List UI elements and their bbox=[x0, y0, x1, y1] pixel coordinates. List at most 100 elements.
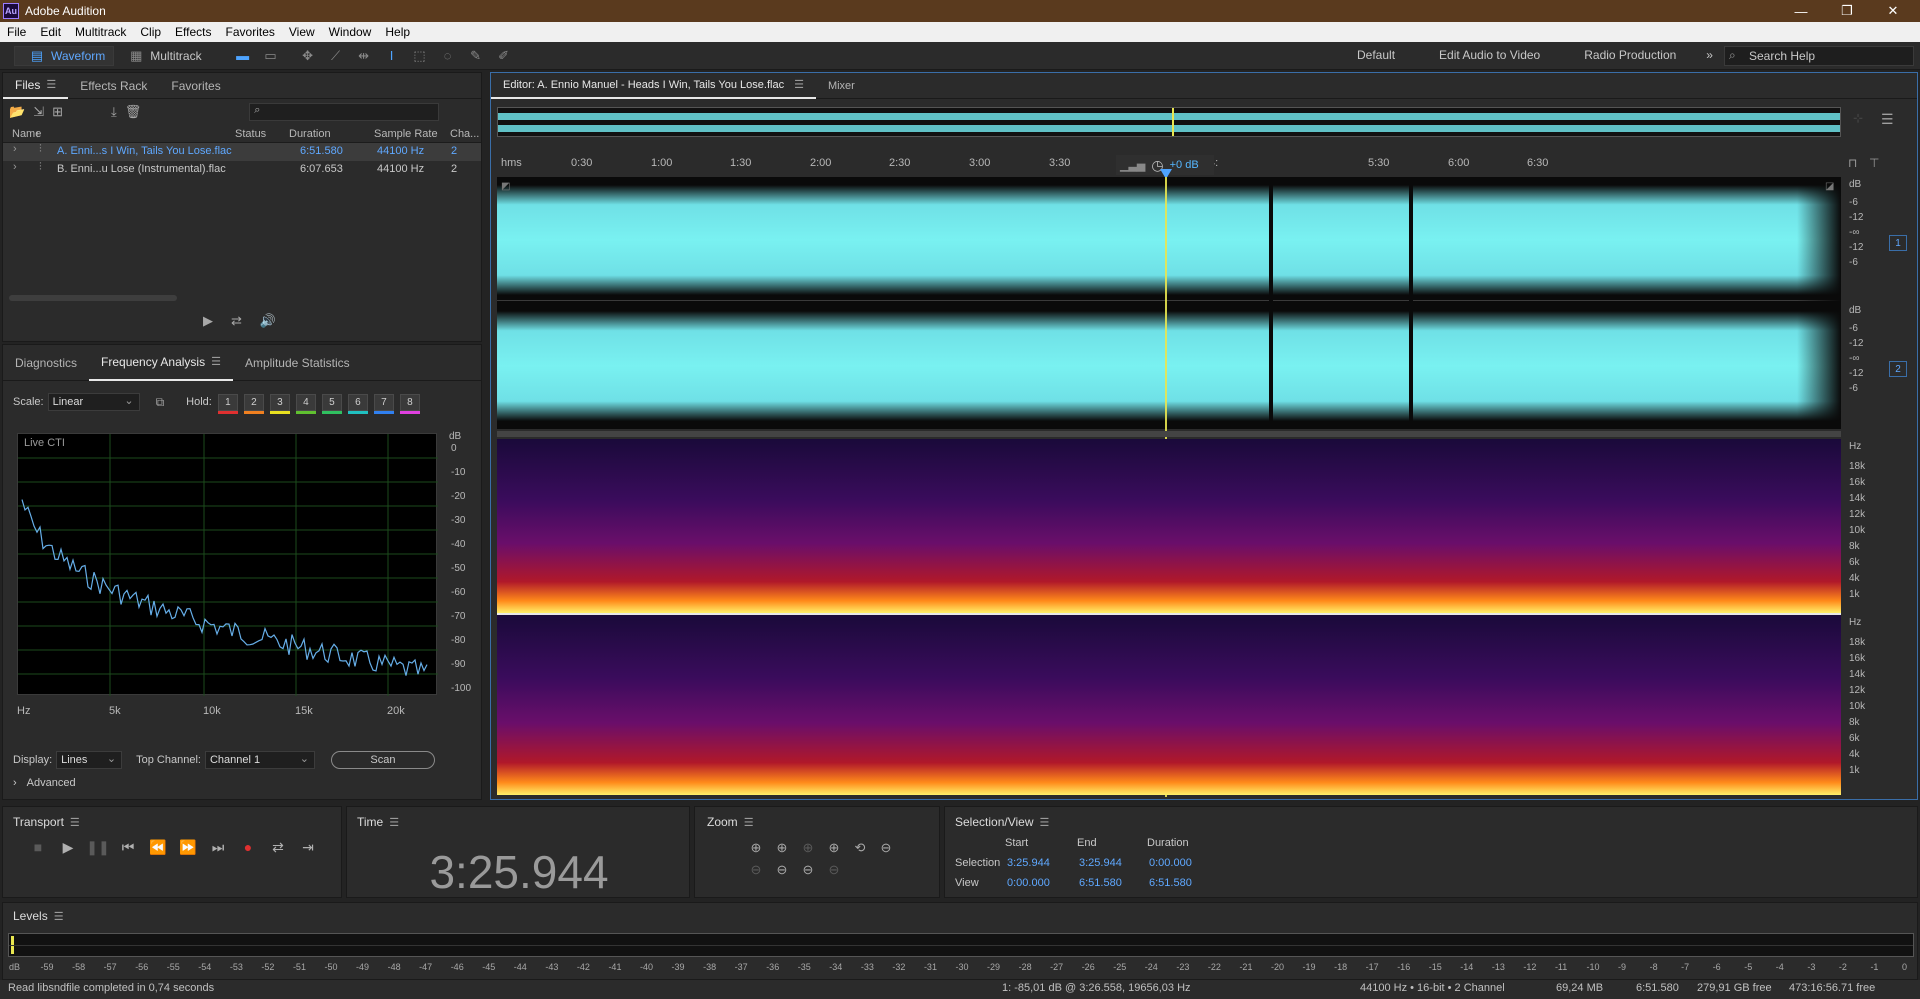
files-scrollbar[interactable] bbox=[9, 295, 177, 301]
multitrack-view-button[interactable]: ▦ Multitrack bbox=[114, 46, 209, 66]
more-workspaces-icon[interactable]: » bbox=[1698, 48, 1721, 62]
column-channels[interactable]: Cha... bbox=[450, 128, 479, 140]
table-row[interactable]: › ⫶ A. Enni...s I Win, Tails You Lose.fl… bbox=[3, 143, 481, 161]
hold-button-7[interactable]: 7 bbox=[373, 393, 394, 414]
move-tool-icon[interactable]: ✥ bbox=[299, 48, 317, 64]
search-help-input[interactable]: Search Help bbox=[1724, 46, 1914, 66]
spectral-frequency-icon[interactable]: ▬ bbox=[234, 48, 252, 64]
top-channel-dropdown[interactable]: Channel 1 bbox=[204, 751, 315, 769]
panel-menu-icon[interactable]: ☰ bbox=[211, 355, 221, 368]
menu-edit[interactable]: Edit bbox=[33, 25, 68, 39]
lasso-tool-icon[interactable]: ◌ bbox=[439, 48, 457, 64]
menu-view[interactable]: View bbox=[282, 25, 322, 39]
editor-options-icon[interactable]: ☰ bbox=[1881, 111, 1894, 128]
zoom-out-full-icon[interactable]: ⊖ bbox=[769, 859, 795, 881]
import-file-icon[interactable]: ⇲ bbox=[33, 104, 44, 120]
loop-icon[interactable]: ⇄ bbox=[263, 839, 293, 856]
spectral-pitch-icon[interactable]: ▭ bbox=[262, 48, 280, 64]
tab-effects-rack[interactable]: Effects Rack bbox=[68, 73, 159, 99]
column-sample-rate[interactable]: Sample Rate bbox=[374, 128, 438, 140]
workspace-radio-production[interactable]: Radio Production bbox=[1562, 48, 1698, 62]
skip-to-end-icon[interactable]: ⏭ bbox=[203, 839, 233, 856]
scale-dropdown[interactable]: Linear bbox=[47, 393, 140, 411]
menu-file[interactable]: File bbox=[0, 25, 33, 39]
skip-selection-icon[interactable]: ⇥ bbox=[293, 839, 323, 856]
channel-2-toggle[interactable]: 2 bbox=[1889, 361, 1907, 377]
hold-button-5[interactable]: 5 bbox=[321, 393, 342, 414]
view-duration[interactable]: 6:51.580 bbox=[1149, 877, 1192, 889]
column-status[interactable]: Status bbox=[235, 128, 266, 140]
restore-icon[interactable]: ❐ bbox=[1824, 0, 1870, 22]
brush-tool-icon[interactable]: ✎ bbox=[467, 48, 485, 64]
column-duration[interactable]: Duration bbox=[289, 128, 331, 140]
expand-chevron-icon[interactable]: › bbox=[13, 161, 17, 173]
pin-icon[interactable]: ⊤ bbox=[1869, 156, 1879, 170]
menu-effects[interactable]: Effects bbox=[168, 25, 218, 39]
zoom-in-amplitude-icon[interactable]: ⊕ bbox=[743, 837, 769, 859]
menu-multitrack[interactable]: Multitrack bbox=[68, 25, 133, 39]
zoom-in-selection-icon[interactable]: ⊕ bbox=[795, 837, 821, 859]
hold-button-3[interactable]: 3 bbox=[269, 393, 290, 414]
view-start[interactable]: 0:00.000 bbox=[1007, 877, 1050, 889]
loop-preview-icon[interactable]: ⇄ bbox=[231, 313, 242, 329]
play-preview-icon[interactable]: ▶ bbox=[203, 313, 213, 329]
panel-menu-icon[interactable]: ☰ bbox=[70, 816, 80, 829]
zoom-to-selection-icon[interactable]: ⊖ bbox=[821, 859, 847, 881]
tab-diagnostics[interactable]: Diagnostics bbox=[3, 345, 89, 381]
skip-to-start-icon[interactable]: ⏮ bbox=[113, 839, 143, 856]
scan-button[interactable]: Scan bbox=[330, 751, 435, 769]
zoom-out-time-icon[interactable]: ⊖ bbox=[743, 859, 769, 881]
zoom-in-time-icon[interactable]: ⊕ bbox=[769, 837, 795, 859]
panel-menu-icon[interactable]: ☰ bbox=[54, 910, 64, 923]
tab-frequency-analysis[interactable]: Frequency Analysis ☰ bbox=[89, 345, 233, 381]
menu-window[interactable]: Window bbox=[322, 25, 379, 39]
record-icon[interactable]: ● bbox=[233, 839, 263, 856]
waveform-display[interactable]: ◩ ◪ bbox=[497, 177, 1841, 429]
marquee-tool-icon[interactable]: ⬚ bbox=[411, 48, 429, 64]
menu-clip[interactable]: Clip bbox=[133, 25, 168, 39]
time-selection-tool-icon[interactable]: I bbox=[383, 48, 401, 64]
zoom-reset-icon[interactable]: ⟲ bbox=[847, 837, 873, 859]
hold-button-8[interactable]: 8 bbox=[399, 393, 420, 414]
view-end[interactable]: 6:51.580 bbox=[1079, 877, 1122, 889]
auto-play-icon[interactable]: 🔊 bbox=[260, 313, 276, 329]
rewind-icon[interactable]: ⏪ bbox=[143, 839, 173, 856]
tab-favorites[interactable]: Favorites bbox=[159, 73, 232, 99]
file-search-input[interactable]: ⌕ bbox=[249, 103, 440, 121]
selection-end[interactable]: 3:25.944 bbox=[1079, 857, 1122, 869]
zoom-out-amplitude-icon[interactable]: ⊖ bbox=[873, 837, 899, 859]
minimize-button[interactable]: — bbox=[1778, 0, 1824, 22]
spot-healing-icon[interactable]: ✐ bbox=[495, 48, 513, 64]
resize-corner-icon[interactable]: ◩ bbox=[501, 181, 510, 192]
spectral-divider[interactable] bbox=[497, 431, 1841, 437]
workspace-edit-audio-to-video[interactable]: Edit Audio to Video bbox=[1417, 48, 1562, 62]
stop-icon[interactable]: ■ bbox=[23, 839, 53, 856]
zoom-navigator-icon[interactable]: ⊹ bbox=[1853, 111, 1863, 125]
hold-button-1[interactable]: 1 bbox=[217, 393, 238, 414]
channel-1-toggle[interactable]: 1 bbox=[1889, 235, 1907, 251]
hold-button-2[interactable]: 2 bbox=[243, 393, 264, 414]
panel-menu-icon[interactable]: ☰ bbox=[389, 816, 399, 829]
fast-forward-icon[interactable]: ⏩ bbox=[173, 839, 203, 856]
spectral-display[interactable] bbox=[497, 439, 1841, 795]
hold-button-4[interactable]: 4 bbox=[295, 393, 316, 414]
delete-file-icon[interactable]: 🗑 bbox=[125, 104, 142, 120]
snap-icon[interactable]: ⊓ bbox=[1848, 156, 1857, 170]
slip-tool-icon[interactable]: ⇹ bbox=[355, 48, 373, 64]
new-file-icon[interactable]: ⊞ bbox=[52, 104, 63, 120]
advanced-toggle[interactable]: › Advanced bbox=[13, 777, 76, 789]
hold-button-6[interactable]: 6 bbox=[347, 393, 368, 414]
waveform-view-button[interactable]: ▤ Waveform bbox=[14, 45, 115, 66]
table-row[interactable]: › ⫶ B. Enni...u Lose (Instrumental).flac… bbox=[3, 161, 481, 179]
play-icon[interactable]: ▶ bbox=[53, 839, 83, 856]
tab-mixer[interactable]: Mixer bbox=[816, 73, 867, 99]
display-dropdown[interactable]: Lines bbox=[56, 751, 123, 769]
copy-icon[interactable]: ⧉ bbox=[156, 395, 165, 410]
selection-start[interactable]: 3:25.944 bbox=[1007, 857, 1050, 869]
panel-menu-icon[interactable]: ☰ bbox=[744, 816, 754, 829]
panel-menu-icon[interactable]: ☰ bbox=[1040, 816, 1050, 829]
panel-menu-icon[interactable]: ☰ bbox=[794, 78, 804, 91]
expand-chevron-icon[interactable]: › bbox=[13, 143, 17, 155]
insert-into-multitrack-icon[interactable]: ⤓ bbox=[111, 104, 117, 120]
selection-duration[interactable]: 0:00.000 bbox=[1149, 857, 1192, 869]
